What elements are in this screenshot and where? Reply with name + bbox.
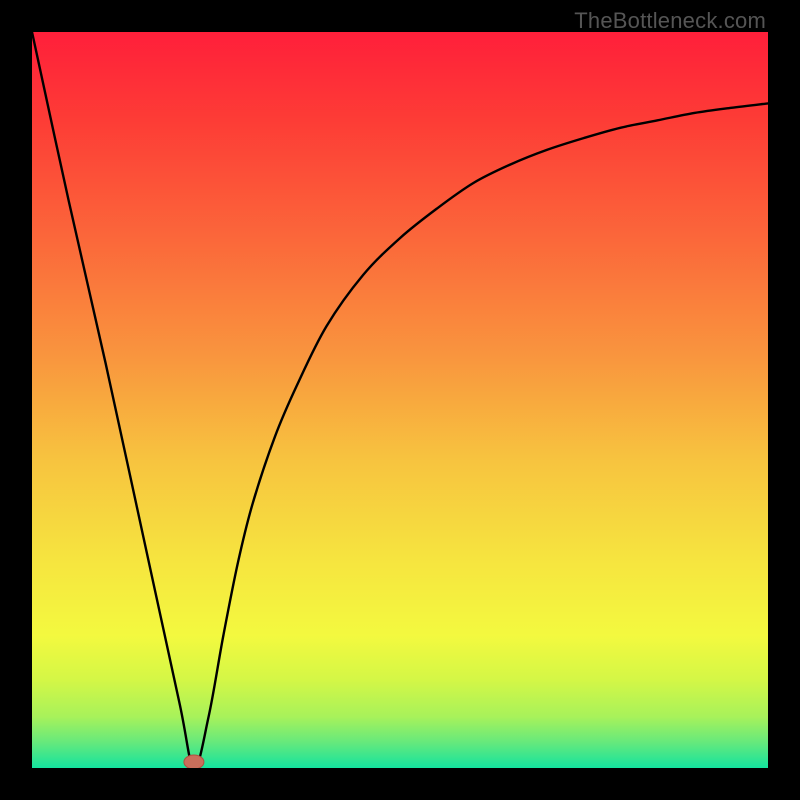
gradient-background <box>32 32 768 768</box>
watermark-text: TheBottleneck.com <box>574 8 766 34</box>
bottleneck-chart <box>32 32 768 768</box>
plot-area <box>32 32 768 768</box>
chart-frame: TheBottleneck.com <box>0 0 800 800</box>
optimal-point-marker <box>184 755 204 768</box>
